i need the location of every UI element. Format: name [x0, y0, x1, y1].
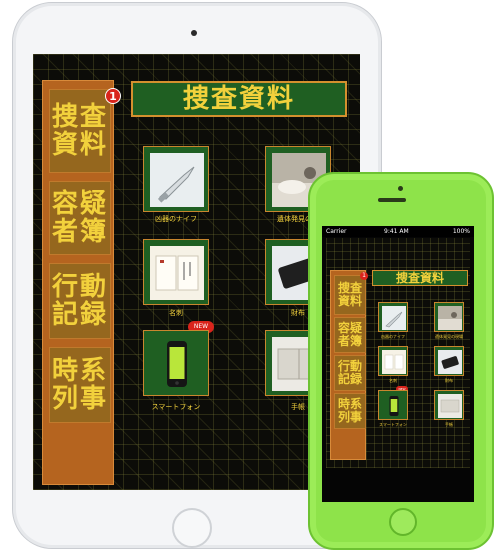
ipad-camera [191, 30, 197, 36]
sidebar-item-action-log[interactable]: 行動 記録 [334, 355, 366, 391]
evidence-caption: 遺体発見の現場 [435, 334, 463, 339]
notebook-icon [438, 394, 462, 418]
evidence-caption: 手帳 [445, 422, 453, 427]
crime-scene-photo-icon [438, 306, 462, 330]
iphone-sidebar: 捜査 資料 容疑 者簿 行動 記録 時系 列事 [330, 270, 366, 460]
evidence-caption: スマートフォン [151, 403, 201, 411]
iphone-home-button[interactable] [389, 508, 417, 536]
knife-icon [150, 153, 204, 207]
status-battery: 100% [452, 228, 470, 235]
wallet-icon [438, 350, 462, 374]
page-title: 捜査資料 [372, 270, 468, 286]
evidence-card-notebook[interactable] [434, 390, 464, 420]
evidence-card-wallet[interactable] [434, 346, 464, 376]
sidebar-item-investigation-files[interactable]: 捜査 資料 [49, 89, 111, 173]
evidence-card-smartphone[interactable] [378, 390, 408, 420]
evidence-card-business-card[interactable] [143, 239, 209, 305]
iphone-screen: Carrier 9:41 AM 100% 捜査 資料 容疑 者簿 行動 記録 時… [322, 226, 474, 502]
sidebar-item-suspect-list[interactable]: 容疑 者簿 [49, 181, 111, 255]
evidence-caption: 名刺 [389, 378, 397, 383]
notification-badge: 1 [105, 88, 121, 104]
iphone-speaker [378, 198, 406, 202]
evidence-card-knife[interactable] [143, 146, 209, 212]
status-bar: Carrier 9:41 AM 100% [322, 226, 474, 237]
sidebar-item-timeline[interactable]: 時系 列事 [334, 393, 366, 429]
evidence-card-crime-scene[interactable] [434, 302, 464, 332]
evidence-caption: 財布 [445, 378, 453, 383]
iphone-app-screen: 捜査 資料 容疑 者簿 行動 記録 時系 列事 1 捜査資料 凶器のナイフ 遺体… [326, 238, 470, 468]
page-title: 捜査資料 [131, 81, 347, 117]
evidence-caption: 凶器のナイフ [381, 334, 405, 339]
evidence-caption: スマートフォン [379, 422, 407, 427]
status-carrier: Carrier [326, 228, 347, 235]
sidebar-item-timeline[interactable]: 時系 列事 [49, 347, 111, 423]
knife-icon [382, 306, 406, 330]
evidence-card-knife[interactable] [378, 302, 408, 332]
evidence-card-smartphone[interactable] [143, 330, 209, 396]
status-time: 9:41 AM [384, 228, 409, 235]
ipad-home-button[interactable] [172, 508, 212, 548]
ipad-sidebar: 捜査 資料 容疑 者簿 行動 記録 時系 列事 [42, 80, 114, 485]
evidence-caption: 名刺 [169, 309, 183, 317]
sidebar-item-investigation-files[interactable]: 捜査 資料 [334, 275, 366, 315]
iphone-camera [398, 186, 403, 191]
evidence-card-business-card[interactable] [378, 346, 408, 376]
sidebar-item-action-log[interactable]: 行動 記録 [49, 263, 111, 339]
smartphone-icon [382, 394, 406, 418]
notification-badge: 1 [360, 272, 368, 280]
sidebar-item-suspect-list[interactable]: 容疑 者簿 [334, 317, 366, 353]
business-card-icon [382, 350, 406, 374]
smartphone-icon [150, 337, 204, 391]
evidence-caption: 凶器のナイフ [155, 215, 197, 223]
business-card-icon [150, 246, 204, 300]
